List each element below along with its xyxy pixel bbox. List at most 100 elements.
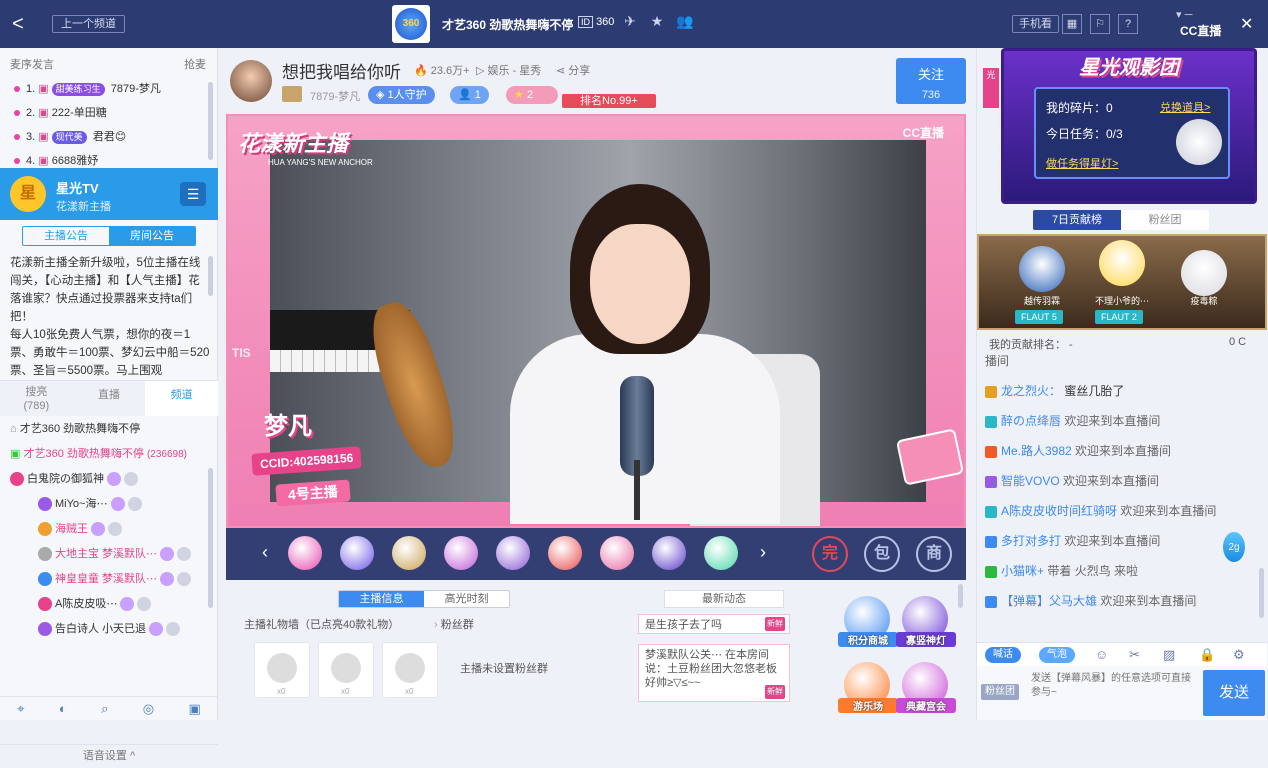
do-task-link[interactable]: 做任务得星灯> xyxy=(1046,155,1118,171)
notice-scrollbar[interactable] xyxy=(208,256,213,296)
podium-avatar[interactable] xyxy=(1019,246,1065,292)
redeem-link[interactable]: 兑换道具> xyxy=(1160,99,1250,115)
gift-item-icon[interactable] xyxy=(444,536,478,570)
chat-scrollbar[interactable] xyxy=(1259,568,1264,618)
shop-button[interactable]: 商 xyxy=(916,536,952,572)
star-badge[interactable]: ★ 2 xyxy=(506,86,558,104)
gift-wall-slot[interactable]: x0 xyxy=(318,642,374,698)
share-button[interactable]: ⋖ 分享 xyxy=(556,62,590,78)
grid-icon[interactable]: ▦ xyxy=(1062,14,1082,34)
gift-item-icon[interactable] xyxy=(652,536,686,570)
mall-entry[interactable]: 游乐场 xyxy=(838,662,898,713)
chat-user[interactable]: 智能VOVO xyxy=(1001,474,1060,488)
help-icon[interactable]: ? xyxy=(1118,14,1138,34)
tab-host-info[interactable]: 主播信息 xyxy=(339,591,424,607)
tab-highlights[interactable]: 高光时刻 xyxy=(424,591,509,607)
chat-user[interactable]: 醉の点绛唇 xyxy=(1001,414,1061,428)
gift-next-button[interactable]: › xyxy=(760,542,766,563)
queue-scrollbar[interactable] xyxy=(208,82,213,160)
gift-item-icon[interactable] xyxy=(548,536,582,570)
search-icon[interactable]: ⌕ xyxy=(101,701,108,717)
drop-badge[interactable]: 2g xyxy=(1223,532,1245,562)
phone-watch-button[interactable]: 手机看 xyxy=(1012,15,1059,33)
chat-user[interactable]: 小猫咪+ xyxy=(1001,564,1044,578)
channel-row[interactable]: A陈皮皮吸⋯ xyxy=(10,593,214,615)
guard-badge[interactable]: ◈ 1人守护 xyxy=(368,86,435,104)
gift-item-icon[interactable] xyxy=(340,536,374,570)
gift-wall-slot[interactable]: x0 xyxy=(382,642,438,698)
video-player[interactable]: 花漾新主播 HUA YANG'S NEW ANCHOR CC直播 TIS 梦凡 … xyxy=(226,114,966,528)
image-icon[interactable]: ▨ xyxy=(1163,647,1175,663)
promo-banner[interactable]: 星光观影团 我的碎片：0 兑换道具> 今日任务：0/3 做任务得星灯> xyxy=(1001,48,1257,204)
news-item[interactable]: 梦溪默队公关⋯ 在本房间说：土豆粉丝团大忽悠老板好帅≥▽≤~~ 新鲜 xyxy=(638,644,790,702)
latest-news-title[interactable]: 最新动态 xyxy=(664,590,784,608)
back-button[interactable]: < xyxy=(8,12,28,36)
channel-logo[interactable]: 360 xyxy=(392,5,430,43)
rank-number[interactable]: 排名No.99+ xyxy=(562,94,656,108)
close-button[interactable]: ✕ xyxy=(1240,14,1253,34)
avatar[interactable] xyxy=(230,60,272,102)
mall-entry[interactable]: 典藏宫会 xyxy=(896,662,956,713)
complete-button[interactable]: 完 xyxy=(812,536,848,572)
gift-item-icon[interactable] xyxy=(288,536,322,570)
channel-row[interactable]: 神皇皇童 梦溪默队⋯ xyxy=(10,568,214,590)
location-icon[interactable]: ⌖ xyxy=(17,701,24,717)
palette-icon[interactable]: ◐ xyxy=(59,701,67,716)
room-category[interactable]: ▷ 娱乐 - 星秀 xyxy=(476,62,541,78)
send-button[interactable]: 发送 xyxy=(1203,670,1265,716)
star-tv-bar[interactable]: 星 星光TV 花漾新主播 ☰ xyxy=(0,168,218,220)
gamepad-icon[interactable]: ◎ xyxy=(143,701,154,717)
scissors-icon[interactable]: ✂ xyxy=(1129,647,1140,663)
emoji-icon[interactable]: ☺ xyxy=(1095,647,1108,662)
users-icon[interactable]: 👥 xyxy=(675,13,695,30)
box-icon[interactable]: ▣ xyxy=(189,701,201,717)
lock-icon[interactable]: 🔒 xyxy=(1199,647,1215,663)
channel-row[interactable]: ⌂ 才艺360 劲歌热舞嗨不停 xyxy=(10,418,214,440)
bottom-scrollbar[interactable] xyxy=(958,584,963,608)
gift-item-icon[interactable] xyxy=(704,536,738,570)
follow-button[interactable]: 关注 736 xyxy=(896,58,966,104)
channel-row[interactable]: 海贼王 xyxy=(10,518,214,540)
mall-entry[interactable]: 寡竖神灯 xyxy=(896,596,956,647)
minimize-icon[interactable]: ▾ ─ xyxy=(1176,8,1192,21)
channel-row[interactable]: ▣ 才艺360 劲歌热舞嗨不停 (236698) xyxy=(10,443,214,465)
channel-row[interactable]: 白鬼院の御狐神 xyxy=(10,468,214,490)
tab-live[interactable]: 直播 xyxy=(73,381,146,416)
star-icon[interactable]: ★ xyxy=(647,13,667,30)
plane-icon[interactable]: ✈ xyxy=(620,13,640,30)
bag-button[interactable]: 包 xyxy=(864,536,900,572)
gift-item-icon[interactable] xyxy=(392,536,426,570)
gift-item-icon[interactable] xyxy=(496,536,530,570)
gift-wall-slot[interactable]: x0 xyxy=(254,642,310,698)
queue-item[interactable]: 2. ▣ 222-单田糖 xyxy=(14,102,204,124)
prev-channel-button[interactable]: 上一个频道 xyxy=(52,15,125,33)
channel-row[interactable]: 大地主宝 梦溪默队⋯ xyxy=(10,543,214,565)
channel-scrollbar[interactable] xyxy=(208,468,213,608)
settings-icon[interactable]: ⚙ xyxy=(1233,647,1245,663)
bell-icon[interactable]: ⚐ xyxy=(1090,14,1110,34)
gift-item-icon[interactable] xyxy=(600,536,634,570)
bubble-button[interactable]: 气泡 xyxy=(1039,647,1075,663)
fan-club-button[interactable]: 粉丝团 xyxy=(981,684,1019,700)
chat-user[interactable]: 【弹幕】父马大雄 xyxy=(1001,594,1097,608)
tab-7day-rank[interactable]: 7日贡献榜 xyxy=(1033,210,1121,230)
channel-row[interactable]: 告白诗人 小天已退 xyxy=(10,618,214,640)
chat-user[interactable]: 龙之烈火： xyxy=(1001,384,1061,398)
tab-host-notice[interactable]: 主播公告 xyxy=(23,227,109,245)
gift-prev-button[interactable]: ‹ xyxy=(262,542,268,563)
news-item[interactable]: 是生孩子去了吗 新鲜 xyxy=(638,614,790,634)
grab-mic-button[interactable]: 抢麦 xyxy=(184,56,206,72)
channel-row[interactable]: MiYo~海⋯ xyxy=(10,493,214,515)
menu-icon[interactable]: ☰ xyxy=(180,182,206,206)
tab-room-notice[interactable]: 房间公告 xyxy=(109,227,195,245)
podium-avatar[interactable] xyxy=(1099,240,1145,286)
tab-fan-club[interactable]: 粉丝团 xyxy=(1121,210,1209,230)
chat-user[interactable]: 多打对多打 xyxy=(1001,534,1061,548)
promo-side-tag[interactable]: 光 xyxy=(983,68,999,108)
tab-channel[interactable]: 频道 xyxy=(145,381,219,416)
chat-user[interactable]: Me.路人3982 xyxy=(1001,444,1072,458)
tab-search[interactable]: 搜亮 (789) xyxy=(0,381,73,416)
chat-user[interactable]: A陈皮皮收时间红骑呀 xyxy=(1001,504,1117,518)
my-rank-value[interactable]: 0 C xyxy=(1229,336,1246,348)
chat-input[interactable] xyxy=(1031,672,1199,714)
